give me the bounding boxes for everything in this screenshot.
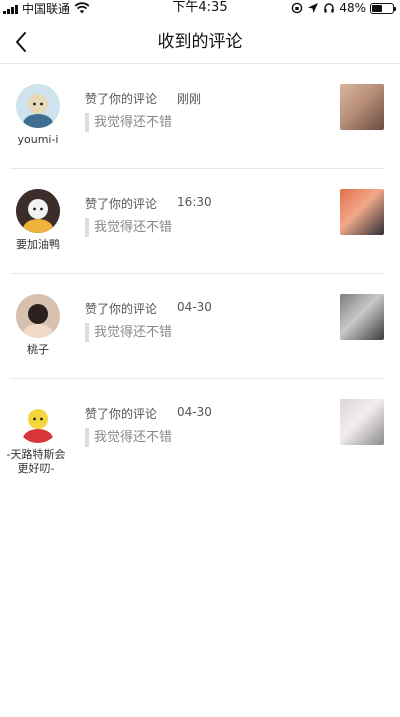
comment-notification-list: youmi-i 赞了你的评论 刚刚 我觉得还不错 要加油鸭 赞了你的评论 16:… — [0, 64, 400, 489]
status-right: 48% — [291, 0, 396, 16]
action-text: 赞了你的评论 — [85, 302, 158, 316]
user-name[interactable]: 要加油鸭 — [8, 238, 68, 252]
user-name[interactable]: -天路特斯会更好叨- — [6, 448, 66, 476]
user-name[interactable]: 桃子 — [8, 343, 68, 357]
post-thumbnail[interactable] — [340, 189, 384, 235]
avatar[interactable] — [16, 399, 60, 443]
comment-quote[interactable]: 我觉得还不错 — [85, 218, 172, 237]
nav-bar: 收到的评论 — [0, 22, 400, 62]
user-block[interactable]: -天路特斯会更好叨- — [6, 399, 68, 476]
timestamp: 04-30 — [177, 300, 212, 314]
battery-icon — [370, 2, 396, 14]
status-bar: 中国联通 下午4:35 48% — [0, 0, 400, 16]
battery-percent: 48% — [339, 1, 366, 15]
list-item[interactable]: youmi-i 赞了你的评论 刚刚 我觉得还不错 — [0, 64, 400, 169]
action-line: 赞了你的评论 04-30 — [85, 405, 212, 422]
orientation-lock-icon — [292, 2, 303, 14]
comment-quote[interactable]: 我觉得还不错 — [85, 113, 172, 132]
post-thumbnail[interactable] — [340, 84, 384, 130]
post-thumbnail[interactable] — [340, 294, 384, 340]
action-text: 赞了你的评论 — [85, 407, 158, 421]
timestamp: 刚刚 — [177, 92, 202, 106]
list-item[interactable]: -天路特斯会更好叨- 赞了你的评论 04-30 我觉得还不错 — [0, 379, 400, 489]
headphones-icon — [324, 3, 335, 13]
avatar[interactable] — [16, 84, 60, 128]
avatar[interactable] — [16, 189, 60, 233]
comment-quote[interactable]: 我觉得还不错 — [85, 323, 172, 342]
action-line: 赞了你的评论 04-30 — [85, 300, 212, 317]
timestamp: 16:30 — [177, 195, 212, 209]
action-line: 赞了你的评论 16:30 — [85, 195, 212, 212]
action-line: 赞了你的评论 刚刚 — [85, 90, 201, 107]
user-block[interactable]: 要加油鸭 — [8, 189, 68, 252]
user-block[interactable]: 桃子 — [8, 294, 68, 357]
avatar[interactable] — [16, 294, 60, 338]
list-item[interactable]: 桃子 赞了你的评论 04-30 我觉得还不错 — [0, 274, 400, 379]
location-arrow-icon — [308, 3, 319, 13]
timestamp: 04-30 — [177, 405, 212, 419]
page-title: 收到的评论 — [157, 32, 243, 52]
list-item[interactable]: 要加油鸭 赞了你的评论 16:30 我觉得还不错 — [0, 169, 400, 274]
comment-quote[interactable]: 我觉得还不错 — [85, 428, 172, 447]
user-name[interactable]: youmi-i — [8, 133, 68, 147]
post-thumbnail[interactable] — [340, 399, 384, 445]
battery-fill — [372, 4, 382, 12]
action-text: 赞了你的评论 — [85, 92, 158, 106]
user-block[interactable]: youmi-i — [8, 84, 68, 147]
action-text: 赞了你的评论 — [85, 197, 158, 211]
